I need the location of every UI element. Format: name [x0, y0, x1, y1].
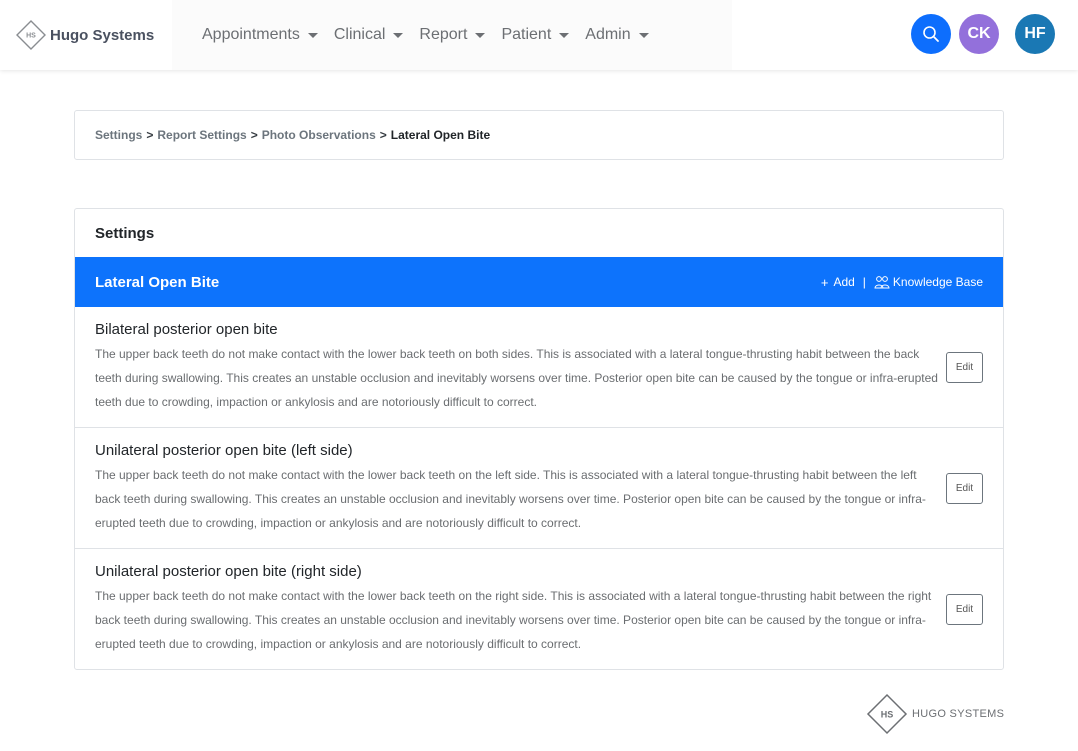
observation-title: Unilateral posterior open bite (right si… [95, 563, 362, 580]
section-actions: + Add | Knowledge Base [821, 275, 983, 290]
observation-description: The upper back teeth do not make contact… [95, 589, 932, 651]
nav-patient-label: Patient [501, 26, 552, 43]
breadcrumb-current: Lateral Open Bite [390, 128, 491, 142]
observation-description: The upper back teeth do not make contact… [95, 347, 938, 409]
top-navbar: HS Hugo Systems Appointments Clinical Re… [0, 0, 1078, 70]
section-header-bar: Lateral Open Bite + Add | Knowledge Base [75, 257, 1003, 307]
nav-clinical-label: Clinical [333, 26, 386, 43]
main-menu: Appointments Clinical Report Patient Adm… [172, 0, 732, 70]
breadcrumb-settings[interactable]: Settings [95, 128, 142, 142]
section-title: Lateral Open Bite [95, 273, 220, 291]
search-icon [923, 26, 939, 42]
breadcrumb-photo-observations[interactable]: Photo Observations [262, 128, 376, 142]
caret-down-icon [638, 32, 649, 38]
nav-patient[interactable]: Patient [501, 26, 570, 44]
brand-logo-icon: HS [16, 20, 46, 50]
observation-description: The upper back teeth do not make contact… [95, 468, 926, 530]
nav-clinical[interactable]: Clinical [334, 26, 404, 44]
people-icon [874, 276, 890, 289]
footer-logo-text: HUGO SYSTEMS [912, 708, 1005, 720]
settings-card: Settings Lateral Open Bite + Add | Knowl… [74, 208, 1004, 670]
search-button[interactable] [911, 14, 951, 54]
observation-item: Unilateral posterior open bite (right si… [75, 549, 1003, 669]
add-button[interactable]: + Add [821, 275, 855, 290]
brand-name: Hugo Systems [50, 26, 155, 44]
avatar-hf[interactable]: HF [1015, 14, 1055, 54]
actions-divider: | [862, 275, 866, 289]
caret-down-icon [393, 32, 404, 38]
nav-report[interactable]: Report [419, 26, 486, 44]
edit-button[interactable]: Edit [946, 594, 983, 625]
edit-button[interactable]: Edit [946, 473, 983, 504]
nav-appointments-label: Appointments [202, 26, 300, 43]
observation-title: Unilateral posterior open bite (left sid… [95, 442, 353, 459]
caret-down-icon [475, 32, 486, 38]
observation-item: Bilateral posterior open bite The upper … [75, 307, 1003, 428]
breadcrumb-separator: > [250, 128, 258, 142]
add-label: Add [833, 275, 855, 289]
nav-report-label: Report [419, 26, 468, 43]
caret-down-icon [307, 32, 318, 38]
avatar-ck[interactable]: CK [959, 14, 999, 54]
observation-item: Unilateral posterior open bite (left sid… [75, 428, 1003, 549]
svg-text:HS: HS [881, 710, 894, 720]
edit-button[interactable]: Edit [946, 352, 983, 383]
knowledge-base-label: Knowledge Base [892, 275, 983, 289]
nav-admin-label: Admin [585, 26, 631, 43]
caret-down-icon [559, 32, 570, 38]
settings-card-header: Settings [95, 224, 155, 242]
breadcrumb-separator: > [379, 128, 387, 142]
nav-right: CK HF [911, 14, 1055, 54]
footer-logo-icon: HS [866, 693, 908, 735]
plus-icon: + [820, 274, 829, 290]
observation-title: Bilateral posterior open bite [95, 321, 278, 338]
svg-text:HS: HS [26, 33, 36, 40]
breadcrumb-report-settings[interactable]: Report Settings [157, 128, 246, 142]
nav-admin[interactable]: Admin [585, 26, 649, 44]
breadcrumb-separator: > [146, 128, 154, 142]
breadcrumb: Settings > Report Settings > Photo Obser… [74, 110, 1004, 160]
nav-appointments[interactable]: Appointments [202, 26, 318, 44]
footer-logo: HS HUGO SYSTEMS [866, 693, 1004, 735]
knowledge-base-link[interactable]: Knowledge Base [874, 275, 983, 289]
brand[interactable]: HS Hugo Systems [0, 0, 172, 70]
